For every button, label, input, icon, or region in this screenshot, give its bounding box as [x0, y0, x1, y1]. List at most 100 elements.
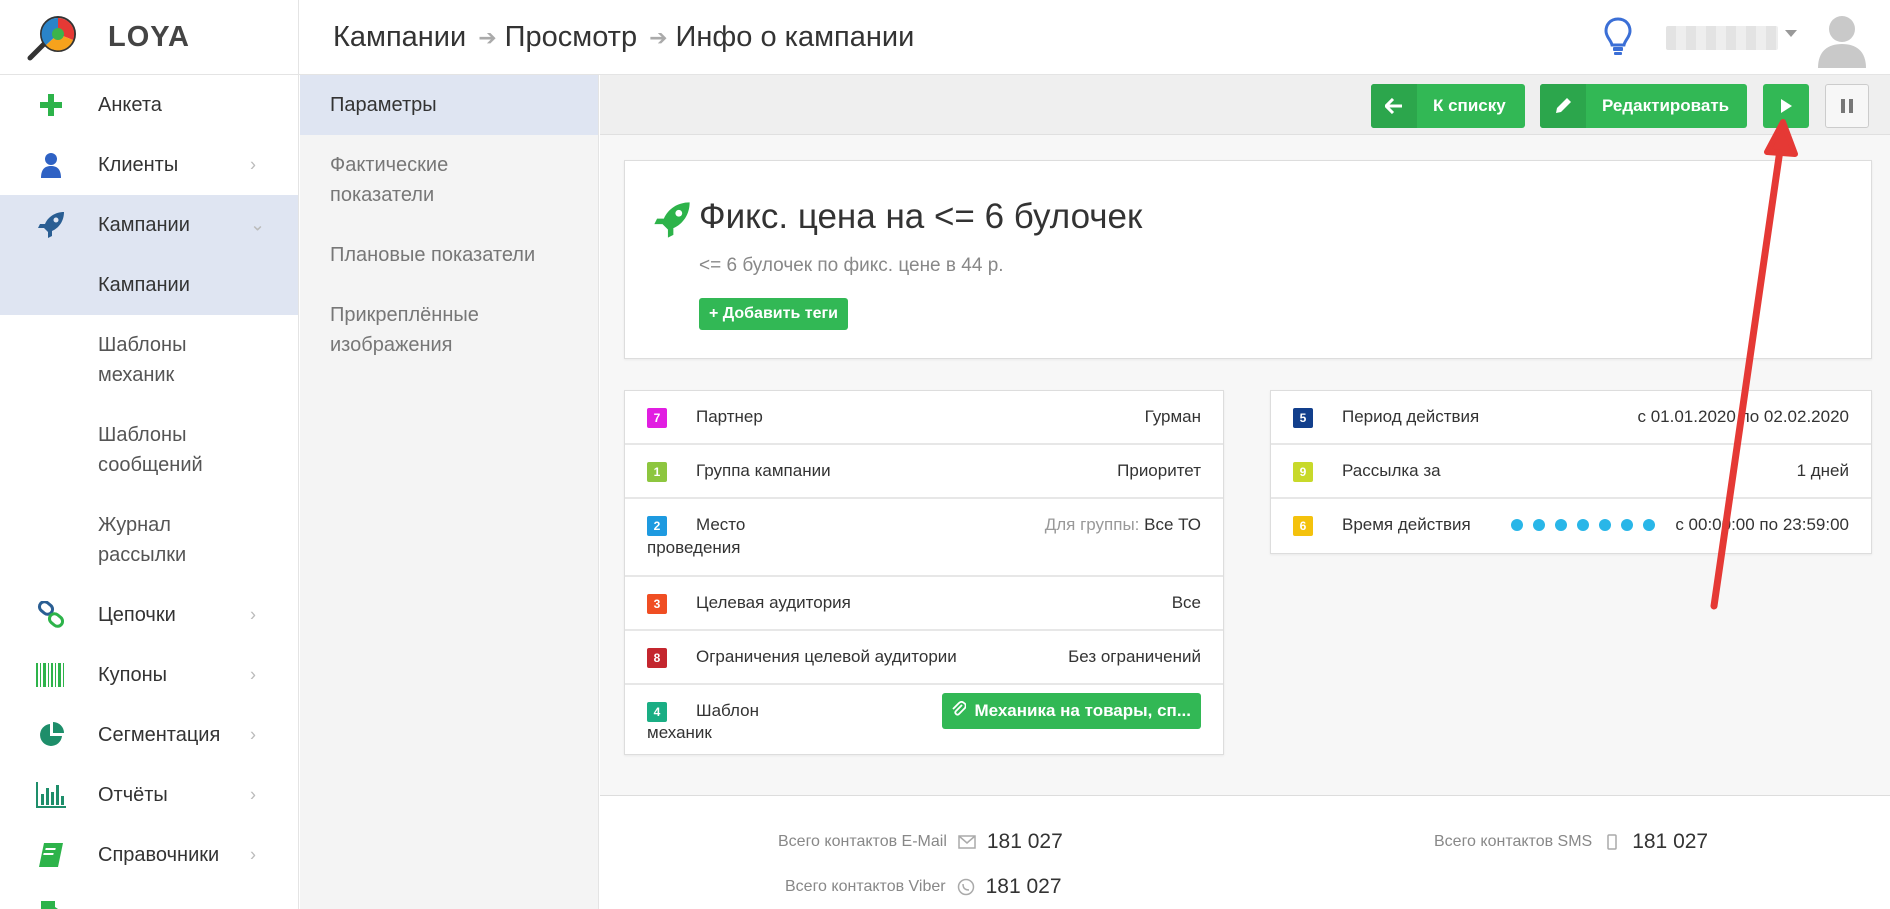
weekday-dot — [1577, 519, 1589, 531]
tab-label: Плановые показатели — [330, 244, 536, 266]
viber-icon — [956, 878, 976, 896]
plus-icon — [36, 90, 66, 120]
tab-planned-metrics[interactable]: Плановые показатели — [300, 225, 598, 285]
mechanic-link-button[interactable]: Механика на товары, сп... — [942, 693, 1201, 729]
rocket-icon — [36, 210, 66, 240]
sidebar-subitem-label: Шаблоны механик — [98, 334, 187, 386]
play-icon — [1781, 99, 1792, 113]
weekday-dot — [1599, 519, 1611, 531]
weekday-dot — [1643, 519, 1655, 531]
chevron-down-icon[interactable] — [1785, 30, 1797, 37]
param-label: Группа кампании — [696, 461, 831, 480]
stat-value: 181 027 — [1632, 830, 1709, 853]
chain-icon — [36, 600, 66, 630]
sidebar-item-more[interactable] — [0, 885, 298, 909]
tab-attached-images[interactable]: Прикреплённые изображения — [300, 285, 540, 375]
chevron-right-icon: › — [250, 664, 256, 685]
param-value: Гурман — [1144, 407, 1201, 426]
param-row-mailing: 9 Рассылка за 1 дней — [1271, 445, 1871, 499]
brand[interactable]: LOYA — [0, 0, 299, 75]
sidebar-item-coupons[interactable]: Купоны › — [0, 645, 298, 705]
tab-parameters[interactable]: Параметры — [300, 75, 598, 135]
tab-label: Параметры — [330, 94, 437, 116]
param-number-badge: 1 — [647, 462, 667, 482]
edit-button[interactable]: Редактировать — [1540, 84, 1747, 128]
sidebar-item-label: Купоны — [98, 663, 168, 686]
param-number-badge: 7 — [647, 408, 667, 428]
param-value: Без ограничений — [1068, 647, 1201, 666]
stat-label: Всего контактов Viber — [785, 878, 946, 895]
sidebar-subitem-mechanic-templates[interactable]: Шаблоны механик — [0, 315, 200, 405]
param-label: Партнер — [696, 407, 763, 426]
pie-icon — [36, 720, 66, 750]
main-content: К списку Редактировать Фикс. цена на <= … — [600, 75, 1890, 909]
weekday-dots — [1511, 519, 1655, 531]
param-label: Время действия — [1342, 515, 1471, 534]
sidebar-item-reports[interactable]: Отчёты › — [0, 765, 298, 825]
param-row-partner: 7 Партнер Гурман — [625, 391, 1223, 445]
user-name-blurred[interactable] — [1666, 26, 1778, 50]
campaign-params-panel: 7 Партнер Гурман 1 Группа кампании Приор… — [624, 390, 1224, 755]
weekday-dot — [1511, 519, 1523, 531]
sidebar-subitem-campaigns[interactable]: Кампании — [0, 255, 298, 315]
param-label: Целевая аудитория — [696, 593, 851, 612]
stat-value: 181 027 — [986, 830, 1063, 853]
campaign-header-card: Фикс. цена на <= 6 булочек <= 6 булочек … — [624, 160, 1872, 359]
lightbulb-icon[interactable] — [1603, 16, 1633, 58]
loya-logo-icon — [24, 14, 82, 62]
param-label-continued: механик — [647, 723, 712, 742]
stat-label: Всего контактов E-Mail — [778, 833, 947, 850]
pause-button[interactable] — [1825, 84, 1869, 128]
sidebar-item-label: Справочники — [98, 843, 220, 866]
breadcrumb-view[interactable]: Просмотр — [505, 21, 637, 54]
envelope-icon — [957, 835, 977, 849]
bar-chart-icon — [36, 780, 66, 810]
paperclip-icon — [952, 700, 967, 722]
param-row-mechanic-template: 4 Шаблон механик Механика на товары, сп.… — [625, 685, 1223, 754]
sidebar-item-directories[interactable]: Справочники › — [0, 825, 298, 885]
campaign-tabs: Параметры Фактические показатели Плановы… — [300, 75, 599, 909]
edit-label: Редактировать — [1602, 96, 1730, 115]
sidebar-item-questionnaire[interactable]: Анкета — [0, 75, 298, 135]
rocket-icon — [653, 201, 691, 239]
sidebar-item-chains[interactable]: Цепочки › — [0, 585, 298, 645]
breadcrumb: Кампании ➔ Просмотр ➔ Инфо о кампании — [333, 0, 914, 75]
back-to-list-button[interactable]: К списку — [1371, 84, 1525, 128]
breadcrumb-campaigns[interactable]: Кампании — [333, 21, 466, 54]
book-icon — [36, 840, 66, 870]
param-number-badge: 9 — [1293, 462, 1313, 482]
sidebar-item-segmentation[interactable]: Сегментация › — [0, 705, 298, 765]
avatar[interactable] — [1815, 11, 1869, 68]
sidebar-subitem-message-templates[interactable]: Шаблоны сообщений — [0, 405, 220, 495]
sidebar-item-clients[interactable]: Клиенты › — [0, 135, 298, 195]
param-row-target-audience: 3 Целевая аудитория Все — [625, 577, 1223, 631]
sidebar-item-label: Цепочки — [98, 603, 176, 626]
stat-viber: Всего контактов Viber 181 027 — [785, 875, 1062, 899]
toolbar: К списку Редактировать — [600, 75, 1890, 135]
play-button[interactable] — [1763, 84, 1809, 128]
pencil-icon — [1540, 84, 1586, 128]
sidebar-subitem-label: Кампании — [98, 274, 190, 296]
param-row-location: 2 Место проведения Для группы: Все ТО — [625, 499, 1223, 577]
add-tags-button[interactable]: + Добавить теги — [699, 298, 848, 330]
campaign-title: Фикс. цена на <= 6 булочек — [699, 197, 1143, 236]
sidebar-item-label: Отчёты — [98, 783, 168, 806]
param-number-badge: 3 — [647, 594, 667, 614]
phone-icon — [1602, 834, 1622, 850]
chevron-right-icon: › — [250, 724, 256, 745]
arrow-right-icon: ➔ — [478, 24, 497, 50]
sidebar-item-campaigns[interactable]: Кампании ⌄ — [0, 195, 298, 255]
back-to-list-label: К списку — [1433, 96, 1506, 115]
stat-value: 181 027 — [985, 875, 1062, 898]
user-icon — [36, 150, 66, 180]
arrow-left-icon — [1371, 84, 1417, 128]
param-value-text: Все ТО — [1144, 515, 1201, 534]
param-row-period: 5 Период действия с 01.01.2020 по 02.02.… — [1271, 391, 1871, 445]
param-label: Ограничения целевой аудитории — [696, 647, 957, 666]
stat-sms: Всего контактов SMS 181 027 — [1434, 830, 1708, 854]
tab-actual-metrics[interactable]: Фактические показатели — [300, 135, 550, 225]
param-label: Рассылка за — [1342, 461, 1441, 480]
sidebar-subitem-mailing-log[interactable]: Журнал рассылки — [0, 495, 200, 585]
param-value: Для группы: Все ТО — [1045, 515, 1201, 535]
sidebar-subitem-label: Шаблоны сообщений — [98, 424, 203, 476]
